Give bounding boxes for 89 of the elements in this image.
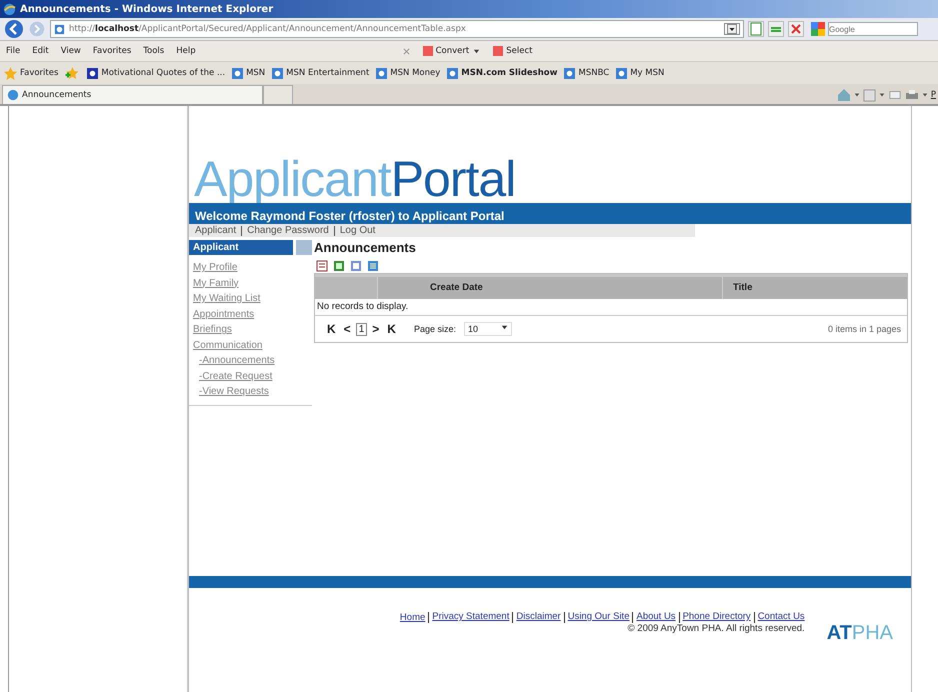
favorite-link[interactable]: MSN.com Slideshow — [447, 68, 558, 78]
page-icon — [232, 68, 244, 78]
top-link[interactable]: Applicant — [195, 224, 236, 237]
close-icon[interactable] — [402, 48, 410, 54]
favorite-link[interactable]: MSN Entertainment — [272, 68, 370, 78]
menu-item[interactable]: Help — [176, 46, 196, 56]
favorite-link[interactable]: MSN — [232, 68, 266, 78]
toolbar-icon[interactable] — [422, 45, 434, 57]
sidebar-link[interactable]: -View Requests — [199, 384, 312, 400]
browser-tab[interactable]: Announcements — [2, 85, 263, 104]
favorite-link[interactable]: MSN Money — [376, 68, 440, 78]
page-icon — [54, 24, 65, 34]
last-page-button[interactable]: K — [387, 322, 396, 336]
footer-link[interactable]: Contact Us — [754, 612, 805, 623]
mail-icon[interactable] — [888, 89, 902, 101]
window-title: Announcements - Windows Internet Explorer — [20, 4, 274, 14]
previous-page-button[interactable]: < — [344, 322, 351, 336]
empty-message: No records to display. — [315, 299, 907, 316]
search-field[interactable]: Google — [828, 22, 918, 36]
copyright: © 2009 AnyTown PHA. All rights reserved. — [628, 623, 805, 634]
toolbar-icon[interactable] — [492, 45, 504, 57]
caret-icon[interactable] — [878, 92, 885, 98]
sidebar-link[interactable]: Briefings — [193, 322, 312, 338]
stop-icon[interactable] — [788, 21, 804, 37]
footer-link[interactable]: Disclaimer — [512, 612, 561, 623]
menu-item[interactable]: Tools — [143, 46, 164, 56]
sidebar-link[interactable]: My Waiting List — [193, 291, 312, 306]
page-icon — [564, 68, 576, 78]
favorite-link[interactable]: My MSN — [616, 68, 664, 78]
sidebar-link[interactable]: -Announcements — [199, 353, 312, 368]
forward-button[interactable] — [28, 20, 46, 38]
top-link[interactable]: Change Password — [241, 226, 329, 236]
top-link[interactable]: Log Out — [334, 226, 376, 236]
sidebar-link[interactable]: Communication — [193, 338, 312, 353]
first-page-button[interactable]: K — [327, 322, 336, 336]
welcome-banner: Welcome Raymond Foster (rfoster) to Applicant Portal — [189, 203, 911, 224]
csv-export-icon[interactable] — [367, 260, 379, 272]
caret-icon[interactable] — [500, 324, 508, 331]
menu-item[interactable]: File — [6, 46, 20, 56]
toolbar-button[interactable]: Select — [506, 46, 532, 56]
refresh-icon[interactable] — [768, 21, 784, 37]
footer-link[interactable]: Using Our Site — [564, 612, 630, 623]
footer-link[interactable]: Home — [400, 612, 426, 623]
menu-item[interactable]: View — [60, 46, 81, 56]
page-size-label: Page size: — [414, 324, 456, 334]
menu-item[interactable]: Favorites — [92, 46, 132, 56]
toolbar-button[interactable]: Convert — [436, 46, 470, 56]
excel-export-icon[interactable] — [333, 260, 345, 272]
sidebar-heading: Applicant — [189, 240, 293, 255]
word-export-icon[interactable] — [350, 260, 362, 272]
print-icon[interactable] — [904, 88, 919, 102]
caret-icon[interactable] — [473, 48, 480, 54]
footer-link[interactable]: About Us — [632, 612, 676, 623]
new-tab-button[interactable] — [263, 85, 293, 104]
star-icon — [4, 66, 17, 80]
page-icon — [447, 68, 458, 78]
page-icon — [87, 68, 98, 78]
footer-logo: ATPHA — [826, 622, 893, 645]
favorite-link[interactable]: Motivational Quotes of the ... — [87, 68, 226, 78]
page-icon — [272, 68, 284, 78]
browser-logo-icon — [7, 89, 19, 101]
browser-logo-icon — [3, 2, 16, 16]
footer-link[interactable]: Phone Directory — [678, 612, 751, 623]
caret-icon[interactable] — [922, 92, 928, 98]
favorites-button[interactable]: Favorites — [4, 66, 58, 80]
site-logo: ApplicantPortal — [193, 156, 516, 203]
menu-item[interactable]: Edit — [32, 46, 49, 56]
search-provider-icon — [811, 22, 825, 36]
page-icon — [376, 68, 388, 78]
sidebar-link[interactable]: Appointments — [193, 306, 312, 322]
back-button[interactable] — [4, 19, 24, 39]
sidebar-link[interactable]: My Profile — [193, 260, 312, 276]
page-size-select[interactable]: 10 — [464, 322, 512, 336]
page-number[interactable]: 1 — [356, 322, 368, 336]
page-menu[interactable]: P — [930, 90, 936, 100]
add-favorite-icon[interactable] — [65, 67, 80, 79]
page-title: Announcements — [314, 240, 417, 257]
page-icon — [616, 68, 628, 78]
pager-summary: 0 items in 1 pages — [828, 324, 902, 334]
sidebar-link[interactable]: My Family — [193, 276, 312, 291]
favorite-link[interactable]: MSNBC — [564, 68, 610, 78]
next-page-button[interactable]: > — [372, 322, 380, 336]
address-field[interactable]: http://localhost/ApplicantPortal/Secured/Applicant/Announcement/AnnouncementTable.aspx — [50, 20, 744, 38]
compatibility-icon[interactable] — [748, 21, 764, 37]
dropdown-icon[interactable] — [724, 23, 740, 35]
pdf-export-icon[interactable] — [316, 260, 328, 272]
caret-icon[interactable] — [854, 92, 860, 98]
sidebar-link[interactable]: -Create Request — [199, 368, 312, 384]
footer-link[interactable]: Privacy Statement — [428, 612, 510, 623]
